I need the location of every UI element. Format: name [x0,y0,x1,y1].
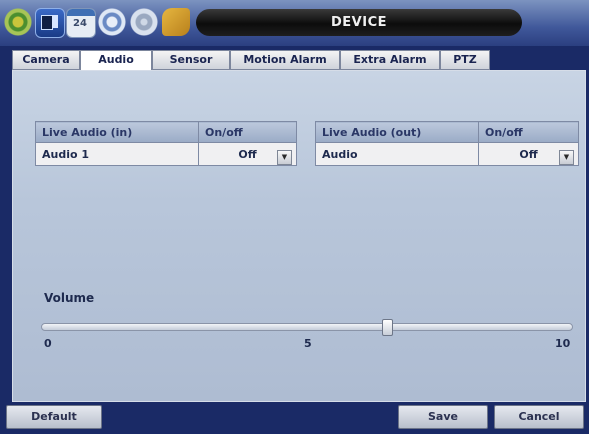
audio-out-channel-name: Audio [315,142,479,166]
disk-icon[interactable] [130,8,158,36]
cancel-button[interactable]: Cancel [494,405,584,429]
live-audio-out-table: Live Audio (out) On/off Audio Off ▼ [315,121,579,166]
audio-settings-panel: Live Audio (in) On/off Audio 1 Off ▼ Liv… [12,70,586,402]
tab-sensor[interactable]: Sensor [152,50,230,70]
dropdown-arrow-icon[interactable]: ▼ [559,149,574,165]
display-icon[interactable] [35,8,65,38]
tab-camera[interactable]: Camera [12,50,80,70]
audio-out-onoff-header: On/off [478,121,579,143]
volume-slider[interactable] [41,319,573,336]
dropdown-arrow-icon[interactable]: ▼ [277,149,292,165]
tab-motion-alarm[interactable]: Motion Alarm [230,50,340,70]
network-icon[interactable] [98,8,126,36]
tab-audio[interactable]: Audio [80,50,152,71]
tools-icon[interactable] [162,8,190,36]
tab-ptz[interactable]: PTZ [440,50,490,70]
audio-in-onoff-select[interactable]: Off ▼ [198,142,297,166]
audio-in-channel-name: Audio 1 [35,142,199,166]
audio-in-onoff-value: Off [238,147,257,161]
volume-slider-thumb[interactable] [381,319,393,336]
default-button[interactable]: Default [6,405,102,429]
volume-min-label: 0 [44,337,52,350]
volume-mid-label: 5 [304,337,312,350]
live-audio-in-table: Live Audio (in) On/off Audio 1 Off ▼ [35,121,297,166]
save-button[interactable]: Save [398,405,488,429]
calendar-day-text: 24 [73,18,87,29]
window-title: DEVICE [196,9,522,36]
audio-in-onoff-header: On/off [198,121,297,143]
tab-bar: Camera Audio Sensor Motion Alarm Extra A… [12,50,584,71]
audio-out-onoff-value: Off [519,147,538,161]
volume-label: Volume [44,291,95,305]
schedule-calendar-icon[interactable]: 24 [66,8,96,38]
audio-out-name-header: Live Audio (out) [315,121,479,143]
volume-max-label: 10 [555,337,571,350]
table-row: Audio Off ▼ [315,142,579,166]
table-row: Audio 1 Off ▼ [35,142,297,166]
dvr-window: 24 DEVICE Camera Audio Sensor Motion Ala… [0,0,589,434]
top-toolbar: 24 DEVICE [0,0,589,46]
audio-out-onoff-select[interactable]: Off ▼ [478,142,579,166]
tab-extra-alarm[interactable]: Extra Alarm [340,50,440,70]
system-gear-icon[interactable] [4,8,32,36]
audio-in-name-header: Live Audio (in) [35,121,199,143]
